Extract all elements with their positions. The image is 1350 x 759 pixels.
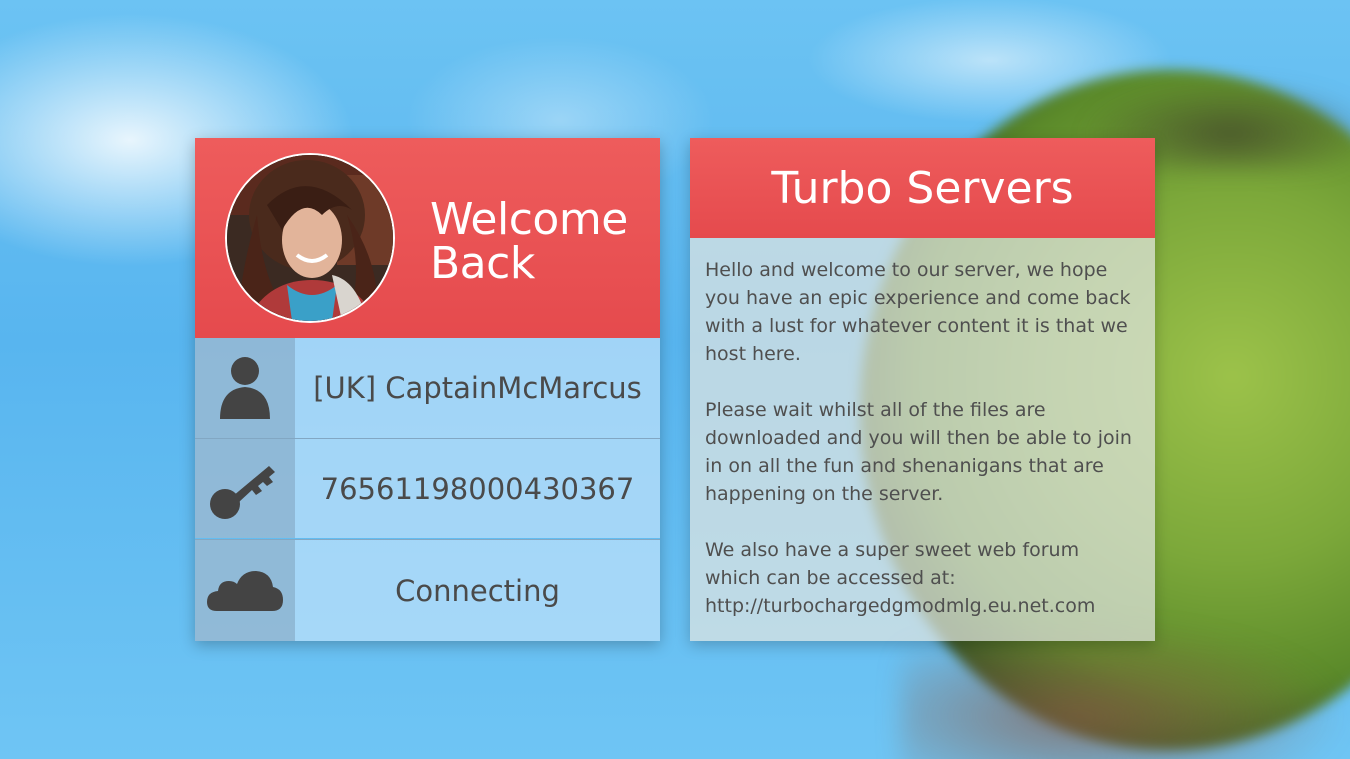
player-name-row: [UK] CaptainMcMarcus <box>195 338 660 438</box>
server-message: Hello and welcome to our server, we hope… <box>690 238 1155 641</box>
player-card: Welcome Back [UK] CaptainMcMarcus 765611… <box>195 138 660 641</box>
forum-paragraph: We also have a super sweet web forum whi… <box>705 536 1140 620</box>
player-name: [UK] CaptainMcMarcus <box>313 371 642 405</box>
welcome-header: Welcome Back <box>195 138 660 338</box>
status-row: Connecting <box>195 539 660 641</box>
steam-id-row: 76561198000430367 <box>195 438 660 538</box>
connection-status: Connecting <box>395 573 560 608</box>
forum-text: We also have a super sweet web forum whi… <box>705 539 1080 589</box>
welcome-paragraph: Hello and welcome to our server, we hope… <box>705 259 1131 365</box>
cloud-icon <box>195 540 295 641</box>
welcome-title-line1: Welcome <box>430 194 628 245</box>
avatar-photo <box>227 155 393 321</box>
server-title: Turbo Servers <box>690 138 1155 238</box>
server-info-card: Turbo Servers Hello and welcome to our s… <box>690 138 1155 641</box>
welcome-title-line2: Back <box>430 238 535 289</box>
key-icon <box>195 439 295 538</box>
welcome-title: Welcome Back <box>430 198 650 286</box>
avatar <box>225 153 395 323</box>
person-icon <box>195 338 295 438</box>
steam-id: 76561198000430367 <box>320 471 635 506</box>
download-paragraph: Please wait whilst all of the files are … <box>705 399 1132 505</box>
forum-url: http://turbochargedgmodmlg.eu.net.com <box>705 595 1096 617</box>
